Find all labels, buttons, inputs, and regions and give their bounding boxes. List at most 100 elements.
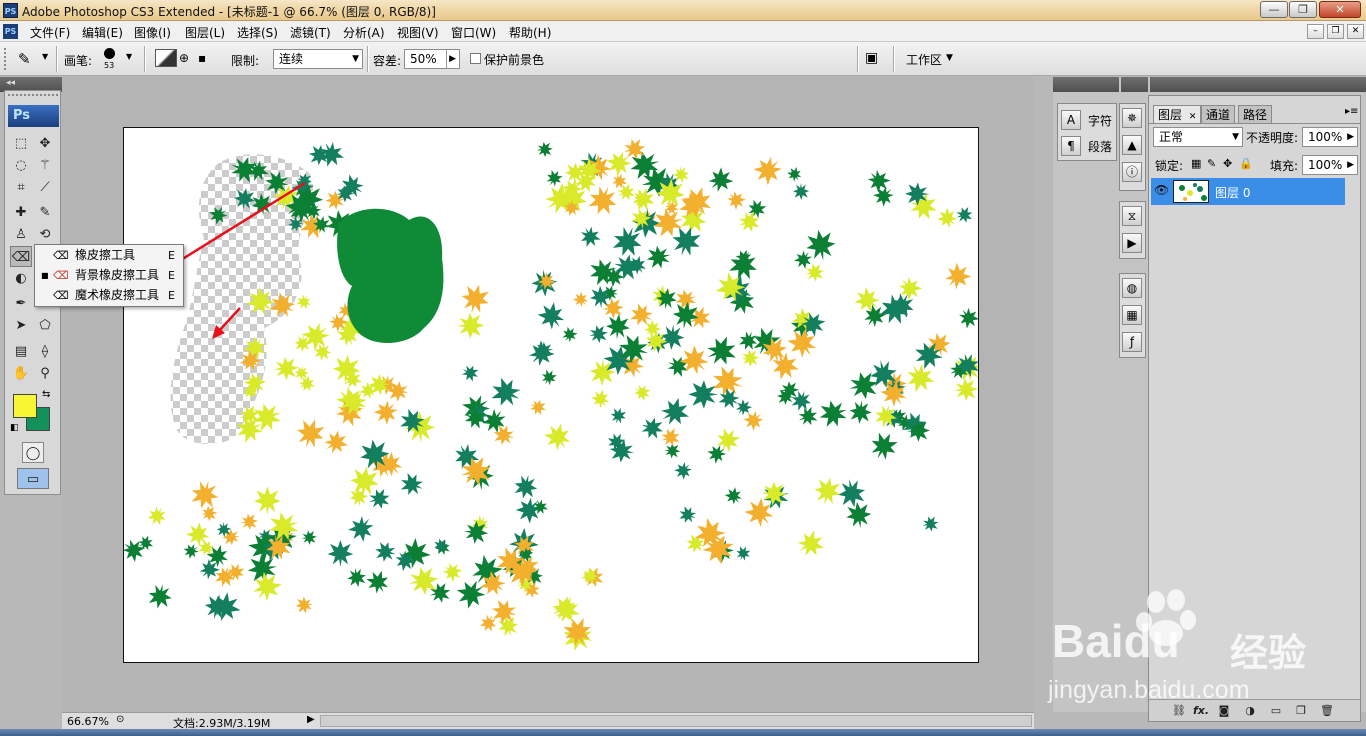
foreground-color-swatch[interactable]	[13, 394, 37, 418]
opacity-input[interactable]: 100% ▶	[1302, 127, 1358, 147]
hand-tool-icon[interactable]: ✋	[10, 363, 32, 384]
eraser-preset-icon[interactable]: ✎	[18, 50, 31, 68]
minimize-button[interactable]: —	[1260, 1, 1288, 18]
fill-input[interactable]: 100% ▶	[1302, 155, 1358, 175]
default-colors-icon[interactable]: ◧	[10, 423, 19, 433]
move-tool-icon[interactable]: ✥	[34, 133, 56, 154]
toolbox-grip[interactable]	[8, 94, 58, 100]
layers-dock-strip[interactable]	[1150, 77, 1366, 92]
menu-analysis[interactable]: 分析(A)	[343, 24, 385, 41]
flyout-item-background-eraser[interactable]: ■ ⌫ 背景橡皮擦工具 E	[35, 266, 183, 285]
sampling-swatch-icon[interactable]: ▪	[198, 51, 206, 65]
character-panel-icon[interactable]: A	[1061, 110, 1081, 130]
eyedropper-tool-icon[interactable]: ⟠	[34, 341, 56, 362]
protect-foreground-checkbox[interactable]	[470, 53, 481, 64]
sampling-once-icon[interactable]: ⊕	[179, 51, 189, 65]
doc-close-button[interactable]: ✕	[1347, 24, 1364, 39]
sampling-continuous-icon[interactable]	[155, 49, 177, 67]
zoom-level[interactable]: 66.67%	[67, 715, 109, 728]
layer-visibility-eye-icon[interactable]: 👁	[1154, 183, 1169, 197]
healing-brush-tool-icon[interactable]: ✚	[10, 202, 32, 223]
status-menu-arrow-icon[interactable]: ▶	[307, 714, 315, 725]
brush-tip-icon[interactable]	[104, 48, 115, 59]
histogram-icon[interactable]: ▲	[1122, 135, 1142, 155]
ps-logo[interactable]: Ps	[8, 105, 59, 127]
options-grip[interactable]	[4, 48, 12, 70]
styles-icon[interactable]: ƒ	[1122, 332, 1142, 352]
delete-layer-icon[interactable]: 🗑	[1319, 703, 1335, 718]
menu-filter[interactable]: 滤镜(T)	[290, 24, 331, 41]
slice-tool-icon[interactable]: ⟋	[34, 177, 56, 198]
history-icon[interactable]: ⧖	[1122, 206, 1142, 226]
menu-edit[interactable]: 编辑(E)	[82, 24, 123, 41]
history-brush-tool-icon[interactable]: ⟲	[34, 224, 56, 245]
color-icon[interactable]: ◍	[1122, 278, 1142, 298]
lock-all-icon[interactable]: 🔒	[1239, 157, 1253, 170]
layer-row[interactable]: 👁 图层 0	[1151, 178, 1345, 205]
doc-minimize-button[interactable]: –	[1307, 24, 1324, 39]
document-canvas[interactable]	[123, 127, 979, 663]
quick-mask-icon[interactable]: ◯	[22, 442, 44, 463]
link-layers-icon[interactable]: ⛓	[1171, 703, 1187, 718]
palette-well-icon[interactable]: ▣	[865, 50, 878, 66]
blend-mode-select[interactable]: 正常 ▼	[1153, 127, 1243, 147]
tab-paths[interactable]: 路径	[1238, 105, 1273, 123]
zoom-options-icon[interactable]: ⊙	[116, 714, 124, 725]
screen-mode-icon[interactable]: ▭	[17, 468, 49, 489]
lasso-tool-icon[interactable]: ◌	[10, 155, 32, 176]
layer-style-fx-icon[interactable]: fx.	[1193, 703, 1209, 718]
crop-tool-icon[interactable]: ⌗	[10, 177, 32, 198]
maximize-button[interactable]: ❐	[1289, 1, 1317, 18]
path-selection-tool-icon[interactable]: ➤	[10, 315, 32, 336]
navigator-icon[interactable]: ✵	[1122, 108, 1142, 128]
menu-help[interactable]: 帮助(H)	[509, 24, 551, 41]
notes-tool-icon[interactable]: ▤	[10, 341, 32, 362]
adjustment-layer-icon[interactable]: ◑	[1242, 703, 1258, 718]
menu-image[interactable]: 图像(I)	[134, 24, 171, 41]
tab-close-icon[interactable]: ✕	[1189, 112, 1197, 122]
lock-position-icon[interactable]: ✥	[1223, 157, 1232, 170]
menu-layer[interactable]: 图层(L)	[185, 24, 225, 41]
menu-select[interactable]: 选择(S)	[237, 24, 278, 41]
marquee-tool-icon[interactable]: ⬚	[10, 133, 32, 154]
workspace-menu[interactable]: 工作区	[906, 51, 942, 68]
actions-icon[interactable]: ▶	[1122, 233, 1142, 253]
tab-channels[interactable]: 通道	[1201, 105, 1236, 123]
gradient-tool-icon[interactable]: ◐	[10, 268, 32, 289]
info-icon[interactable]: ⓘ	[1122, 162, 1142, 182]
brush-chevron-down-icon[interactable]: ▼	[126, 52, 132, 61]
panel-menu-icon[interactable]: ▸≡	[1345, 106, 1358, 117]
tab-layers[interactable]: 图层 ✕	[1153, 105, 1202, 123]
clone-stamp-tool-icon[interactable]: ♙	[10, 224, 32, 245]
icon-dock-strip[interactable]	[1121, 77, 1148, 92]
flyout-item-magic-eraser[interactable]: ⌫ 魔术橡皮擦工具 E	[35, 286, 183, 305]
menu-window[interactable]: 窗口(W)	[451, 24, 496, 41]
swap-colors-icon[interactable]: ⇆	[42, 389, 50, 400]
add-mask-icon[interactable]: ◙	[1216, 703, 1232, 718]
swatches-icon[interactable]: ▦	[1122, 305, 1142, 325]
zoom-tool-icon[interactable]: ⚲	[34, 363, 56, 384]
char-dock-strip[interactable]	[1053, 77, 1119, 92]
menu-file[interactable]: 文件(F)	[30, 24, 70, 41]
magic-wand-tool-icon[interactable]: ⚚	[34, 155, 56, 176]
menu-view[interactable]: 视图(V)	[397, 24, 439, 41]
shape-tool-icon[interactable]: ⬠	[34, 315, 56, 336]
limit-select[interactable]: 连续 ▼	[273, 49, 363, 69]
lock-transparency-icon[interactable]: ▦	[1191, 157, 1201, 170]
paragraph-panel-label[interactable]: 段落	[1088, 138, 1112, 155]
new-layer-icon[interactable]: ❐	[1293, 703, 1309, 718]
close-button[interactable]: ✕	[1319, 1, 1361, 18]
workspace-chevron-down-icon[interactable]: ▼	[946, 53, 953, 63]
new-group-icon[interactable]: ▭	[1268, 703, 1284, 718]
lock-pixels-icon[interactable]: ✎	[1207, 157, 1216, 170]
brush-tool-icon[interactable]: ✎	[34, 202, 56, 223]
pen-tool-icon[interactable]: ✒	[10, 293, 32, 314]
preset-chevron-down-icon[interactable]: ▼	[42, 52, 48, 61]
character-panel-label[interactable]: 字符	[1088, 112, 1112, 129]
tolerance-input[interactable]: 50% ▶	[404, 49, 460, 69]
collapse-arrows-icon[interactable]: ◂◂	[6, 78, 15, 88]
eraser-tool-icon[interactable]: ⌫	[10, 246, 32, 267]
paragraph-panel-icon[interactable]: ¶	[1061, 136, 1081, 156]
horizontal-scrollbar[interactable]	[320, 715, 1032, 727]
flyout-item-eraser[interactable]: ⌫ 橡皮擦工具 E	[35, 246, 183, 265]
